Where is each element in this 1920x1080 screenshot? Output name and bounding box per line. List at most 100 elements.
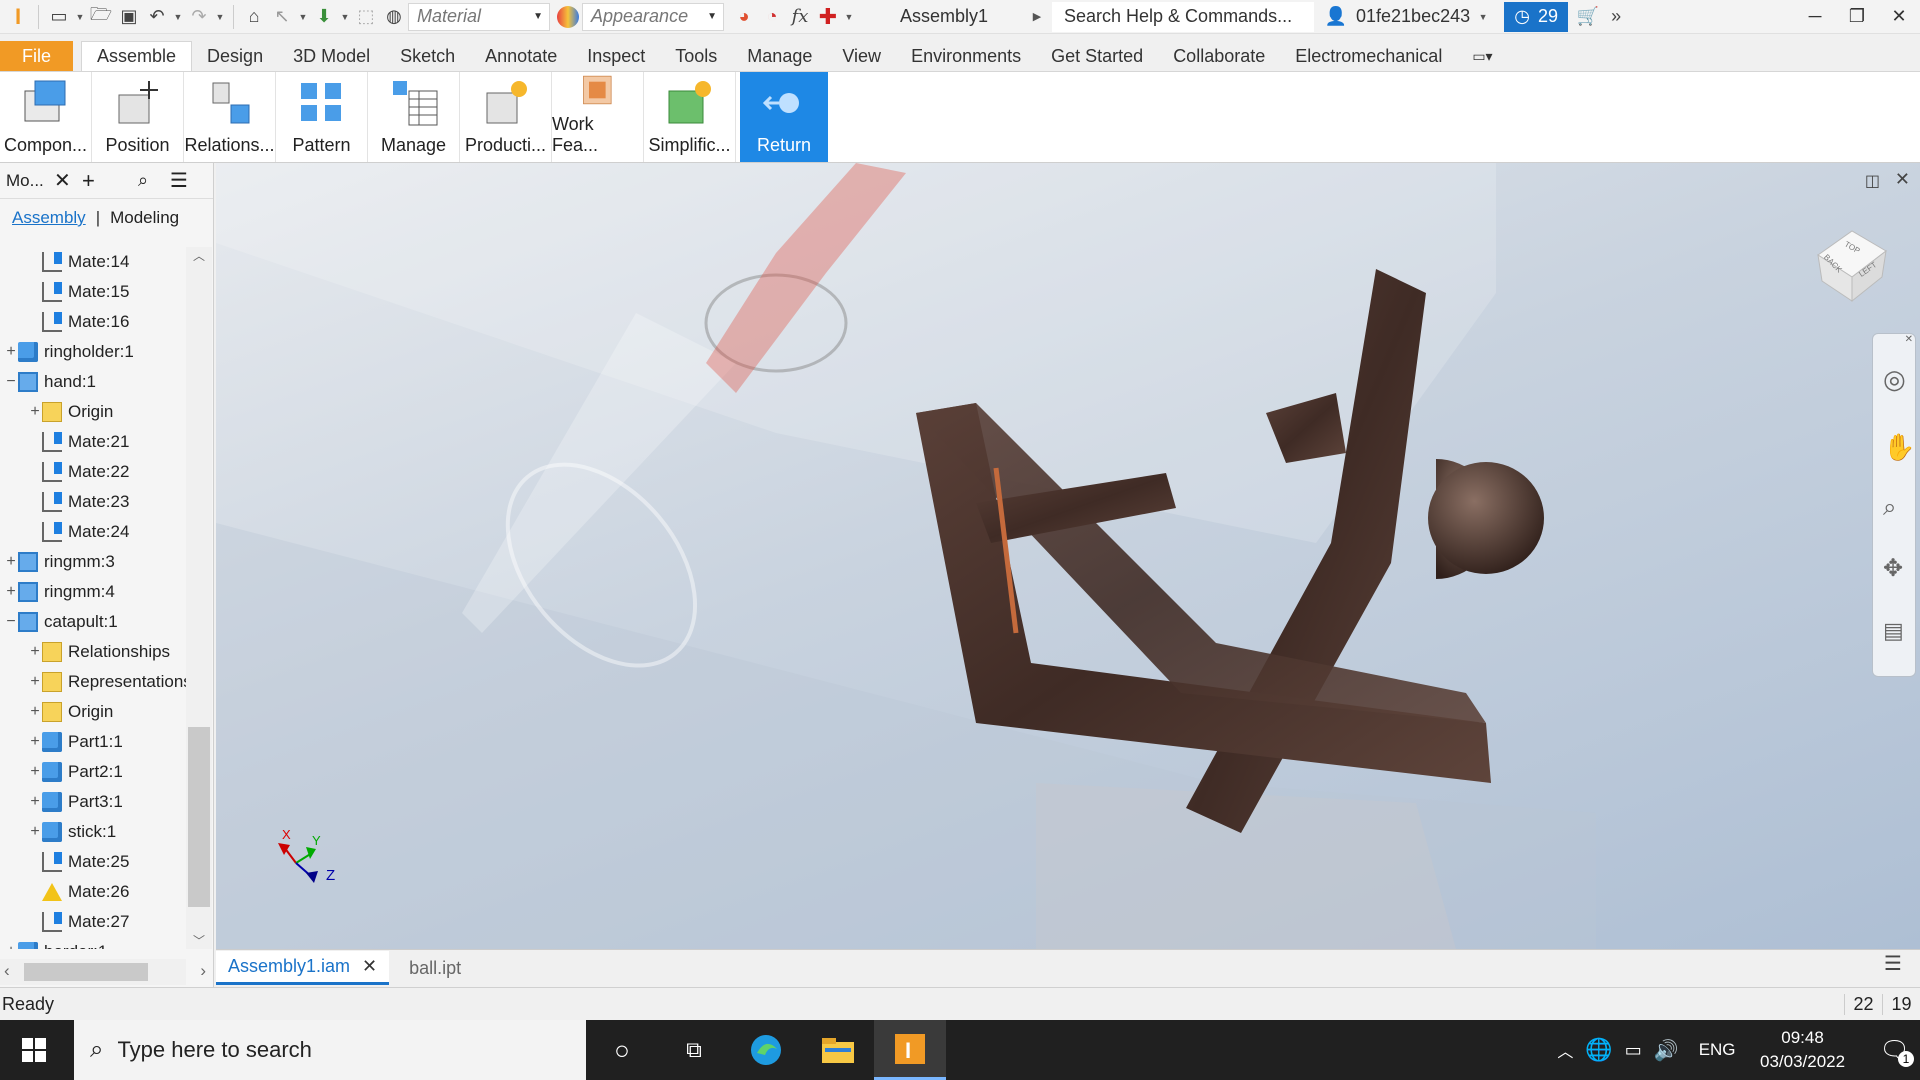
tree-node[interactable]: + ringmm:3 — [4, 547, 115, 577]
tab-assembly[interactable]: Assembly — [12, 208, 86, 228]
tree-node[interactable]: + ringholder:1 — [4, 337, 134, 367]
volume-icon[interactable]: 🔊 — [1654, 1038, 1679, 1063]
tree-node[interactable]: Mate:25 — [28, 847, 129, 877]
search-icon[interactable]: ⌕ — [138, 170, 170, 191]
tree-node[interactable]: Mate:24 — [28, 517, 129, 547]
pattern-button[interactable]: Pattern — [276, 72, 368, 162]
tree-node[interactable]: + Origin — [28, 697, 113, 727]
tab-get-started[interactable]: Get Started — [1036, 41, 1158, 71]
tab-file[interactable]: File — [0, 41, 74, 71]
browser-title[interactable]: Mo... — [6, 171, 54, 191]
tab-3d-model[interactable]: 3D Model — [278, 41, 385, 71]
minimize-button[interactable]: ─ — [1794, 0, 1836, 34]
task-view-icon[interactable]: ⧉ — [658, 1020, 730, 1080]
home-icon[interactable]: ⌂ — [240, 3, 268, 31]
tree-node[interactable]: − catapult:1 — [4, 607, 118, 637]
user-name[interactable]: 01fe21bec243 — [1356, 6, 1470, 27]
expand-icon[interactable]: + — [4, 343, 18, 361]
notifications-icon[interactable]: 🗨 1 — [1880, 1036, 1914, 1067]
tree-node[interactable]: + ringmm:4 — [4, 577, 115, 607]
relationships-button[interactable]: Relations... — [184, 72, 276, 162]
tree-node[interactable]: Mate:15 — [28, 277, 129, 307]
chevron-down-icon[interactable]: ▼ — [213, 12, 227, 22]
battery-icon[interactable]: ▭ — [1625, 1040, 1642, 1061]
tab-modeling[interactable]: Modeling — [110, 208, 179, 228]
productivity-button[interactable]: Producti... — [460, 72, 552, 162]
clear-appearance-icon[interactable]: ◔ — [758, 3, 786, 31]
adjust-appearance-icon[interactable]: ◕ — [730, 3, 758, 31]
trial-badge[interactable]: ◷ 29 — [1504, 1, 1569, 32]
appearance-combo[interactable]: Appearance ▼ — [582, 2, 724, 31]
tree-node[interactable]: Mate:27 — [28, 907, 129, 937]
return-button[interactable]: Return — [740, 72, 828, 162]
manage-button[interactable]: Manage — [368, 72, 460, 162]
more-chevron-icon[interactable]: » — [1602, 3, 1630, 31]
tree-node[interactable]: + border:1 — [4, 937, 107, 949]
tab-environments[interactable]: Environments — [896, 41, 1036, 71]
close-button[interactable]: ✕ — [1878, 0, 1920, 34]
chevron-down-icon[interactable]: ▼ — [296, 12, 310, 22]
tree-node[interactable]: Mate:23 — [28, 487, 129, 517]
expand-icon[interactable]: + — [28, 703, 42, 721]
tree-node[interactable]: Mate:26 — [28, 877, 129, 907]
open-folder-icon[interactable]: 🗁 — [87, 3, 115, 31]
component-button[interactable]: Compon... — [0, 72, 92, 162]
scroll-thumb[interactable] — [24, 963, 148, 981]
taskbar-search-input[interactable]: ⌕ Type here to search — [74, 1020, 586, 1080]
network-globe-icon[interactable]: 🌐 — [1585, 1037, 1612, 1063]
measure-icon[interactable]: ⬚ — [352, 3, 380, 31]
tree-node[interactable]: Mate:21 — [28, 427, 129, 457]
close-icon[interactable]: ✕ — [362, 956, 377, 977]
tab-collaborate[interactable]: Collaborate — [1158, 41, 1280, 71]
language-indicator[interactable]: ENG — [1699, 1040, 1736, 1060]
tab-design[interactable]: Design — [192, 41, 278, 71]
tab-electromechanical[interactable]: Electromechanical — [1280, 41, 1457, 71]
material-combo[interactable]: Material ▼ — [408, 2, 550, 31]
expand-icon[interactable]: + — [28, 823, 42, 841]
tab-annotate[interactable]: Annotate — [470, 41, 572, 71]
tree-node[interactable]: Mate:14 — [28, 247, 129, 277]
taskbar-clock[interactable]: 09:48 03/03/2022 — [1748, 1026, 1858, 1074]
expand-icon[interactable]: + — [4, 553, 18, 571]
chevron-right-icon[interactable]: ▶ — [1030, 10, 1044, 23]
expand-icon[interactable]: + — [4, 583, 18, 601]
inventor-logo-icon[interactable]: I — [4, 3, 32, 31]
viewport-close-icon[interactable]: ✕ — [1895, 169, 1910, 190]
tree-node[interactable]: + Representations — [28, 667, 186, 697]
plus-icon[interactable]: ✚ — [814, 3, 842, 31]
expand-icon[interactable]: + — [28, 403, 42, 421]
chevron-down-icon[interactable]: ▼ — [73, 12, 87, 22]
tree-node[interactable]: + Relationships — [28, 637, 170, 667]
collapse-icon[interactable]: − — [4, 373, 18, 391]
expand-icon[interactable]: + — [28, 733, 42, 751]
3d-viewport[interactable]: BACK LEFT TOP ◫ ✕ ◎ ✋ ⌕ ✥ ▤ ✕ X Y Z — [216, 163, 1920, 949]
material-ball-icon[interactable]: ◍ — [380, 3, 408, 31]
chevron-down-icon[interactable]: ▼ — [338, 12, 352, 22]
inventor-app-icon[interactable]: I — [874, 1020, 946, 1080]
panel-options-icon[interactable]: ▭▾ — [1457, 41, 1507, 71]
windows-start-icon[interactable] — [22, 1038, 46, 1062]
close-icon[interactable]: ✕ — [54, 168, 82, 193]
zoom-icon[interactable]: ⌕ — [1883, 494, 1896, 522]
customize-dropdown-icon[interactable]: ▼ — [842, 12, 856, 22]
tab-manage[interactable]: Manage — [732, 41, 827, 71]
doc-tab-ball[interactable]: ball.ipt — [397, 951, 473, 985]
tab-inspect[interactable]: Inspect — [572, 41, 660, 71]
cart-icon[interactable]: 🛒 — [1574, 3, 1602, 31]
redo-icon[interactable]: ↷ — [185, 3, 213, 31]
tray-expand-icon[interactable]: ︿ — [1557, 1038, 1573, 1062]
tab-sketch[interactable]: Sketch — [385, 41, 470, 71]
tree-node[interactable]: − hand:1 — [4, 367, 96, 397]
restore-button[interactable]: ❐ — [1836, 0, 1878, 34]
expand-icon[interactable]: + — [28, 793, 42, 811]
tree-node[interactable]: + Part3:1 — [28, 787, 123, 817]
update-icon[interactable]: ⬇ — [310, 3, 338, 31]
scroll-thumb[interactable] — [188, 727, 210, 907]
search-help-input[interactable]: Search Help & Commands... — [1052, 1, 1314, 32]
steering-wheel-icon[interactable]: ◎ — [1883, 364, 1906, 395]
nav-close-icon[interactable]: ✕ — [1905, 334, 1913, 345]
tree-node[interactable]: + Part2:1 — [28, 757, 123, 787]
doc-tab-assembly[interactable]: Assembly1.iam ✕ — [216, 951, 390, 985]
tree-horizontal-scrollbar[interactable]: ‹ › — [0, 959, 206, 985]
tree-node[interactable]: + stick:1 — [28, 817, 116, 847]
